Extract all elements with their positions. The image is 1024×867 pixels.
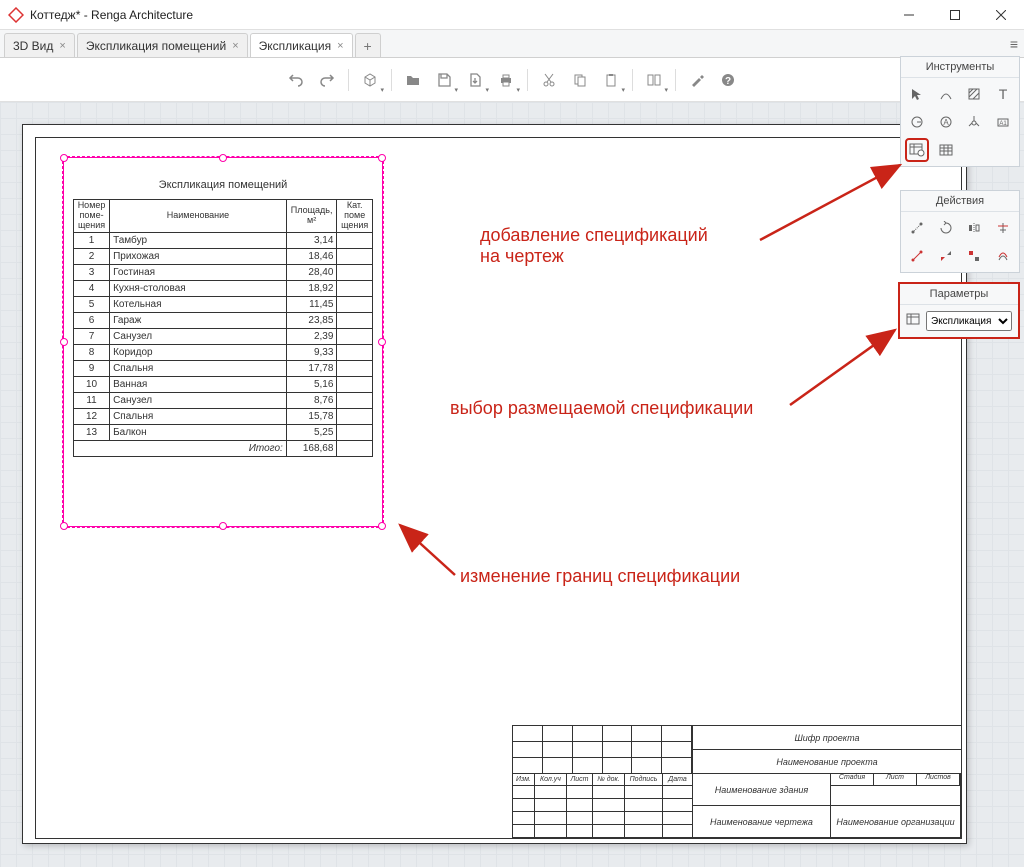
spec-select[interactable]: Экспликация [926, 311, 1012, 331]
close-button[interactable] [978, 0, 1024, 30]
stretch-action[interactable] [934, 244, 958, 268]
move-action[interactable] [905, 216, 929, 240]
maximize-button[interactable] [932, 0, 978, 30]
tools-panel: Инструменты T A A1 [900, 56, 1020, 167]
params-panel: Параметры Экспликация [898, 282, 1020, 339]
export-button[interactable]: ▾ [461, 66, 489, 94]
annotation-choose: выбор размещаемой спецификации [450, 398, 753, 419]
resize-handle[interactable] [378, 338, 386, 346]
rotate-action[interactable] [934, 216, 958, 240]
mirror-action[interactable] [962, 216, 986, 240]
svg-text:T: T [998, 87, 1007, 101]
tab-3d-view[interactable]: 3D Вид× [4, 33, 75, 57]
resize-handle[interactable] [60, 338, 68, 346]
close-icon[interactable]: × [232, 40, 238, 52]
copy-line-action[interactable] [905, 244, 929, 268]
text-tool[interactable]: T [991, 82, 1015, 106]
open-button[interactable] [399, 66, 427, 94]
insert-spec-tool[interactable] [905, 138, 929, 162]
undo-button[interactable] [282, 66, 310, 94]
trim-action[interactable] [991, 216, 1015, 240]
close-icon[interactable]: × [337, 40, 343, 52]
table-tool[interactable] [934, 138, 958, 162]
app-icon [8, 7, 24, 23]
actions-panel: Действия [900, 190, 1020, 273]
titlebar: Коттедж* - Renga Architecture [0, 0, 1024, 30]
tabbar: 3D Вид× Экспликация помещений× Экспликац… [0, 30, 1024, 58]
print-button[interactable]: ▾ [492, 66, 520, 94]
selection-box[interactable] [63, 157, 383, 527]
pointer-tool[interactable] [905, 82, 929, 106]
line-tool[interactable] [934, 82, 958, 106]
svg-text:A: A [943, 118, 949, 127]
label-tool[interactable]: A1 [991, 110, 1015, 134]
copy-button[interactable] [566, 66, 594, 94]
tab-explication-rooms[interactable]: Экспликация помещений× [77, 33, 248, 57]
window-title: Коттедж* - Renga Architecture [30, 8, 193, 22]
resize-handle[interactable] [219, 154, 227, 162]
main-toolbar: ▾ ▾ ▾ ▾ ▾ ▾ ? [0, 58, 1024, 102]
resize-handle[interactable] [60, 154, 68, 162]
resize-handle[interactable] [219, 522, 227, 530]
menu-icon[interactable]: ≡ [1010, 36, 1018, 52]
dimension-tool[interactable] [905, 110, 929, 134]
new-tab-button[interactable]: + [355, 33, 381, 57]
minimize-button[interactable] [886, 0, 932, 30]
annotation-resize: изменение границ спецификации [460, 566, 740, 587]
redo-button[interactable] [313, 66, 341, 94]
close-icon[interactable]: × [59, 40, 65, 52]
title-block: Шифр проекта Наименование проекта Изм.Ко… [512, 725, 962, 839]
cube-button[interactable]: ▾ [356, 66, 384, 94]
settings-button[interactable] [683, 66, 711, 94]
svg-text:?: ? [725, 76, 731, 87]
workspace[interactable]: Экспликация помещений Номер поме- щения … [0, 102, 1024, 867]
spec-icon [906, 313, 922, 330]
layers-button[interactable]: ▾ [640, 66, 668, 94]
svg-text:A1: A1 [999, 121, 1007, 127]
hatch-tool[interactable] [962, 82, 986, 106]
resize-handle[interactable] [60, 522, 68, 530]
resize-handle[interactable] [378, 154, 386, 162]
cut-button[interactable] [535, 66, 563, 94]
align-action[interactable] [962, 244, 986, 268]
save-button[interactable]: ▾ [430, 66, 458, 94]
paste-button[interactable]: ▾ [597, 66, 625, 94]
axis-tool[interactable] [962, 110, 986, 134]
angle-tool[interactable]: A [934, 110, 958, 134]
resize-handle[interactable] [378, 522, 386, 530]
annotation-add: добавление спецификаций на чертеж [480, 225, 708, 267]
tab-explication[interactable]: Экспликация× [250, 33, 353, 57]
help-button[interactable]: ? [714, 66, 742, 94]
offset-action[interactable] [991, 244, 1015, 268]
